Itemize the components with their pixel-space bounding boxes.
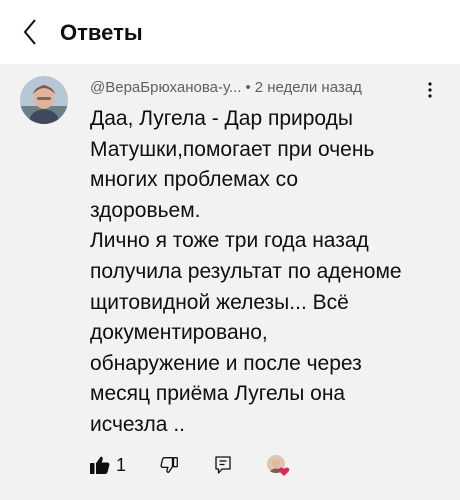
comment-text: Даа, Лугела - Дар природы Матушки,помога…: [90, 107, 402, 436]
thumb-up-filled-icon: [90, 456, 110, 474]
more-options-button[interactable]: [420, 78, 440, 102]
comment-card: @ВераБрюханова-у... • 2 недели назад Даа, …: [0, 64, 460, 500]
chevron-left-icon: [23, 19, 36, 45]
comment-timestamp: 2 недели назад: [254, 79, 362, 96]
page-title: Ответы: [60, 20, 143, 45]
like-button[interactable]: 1: [88, 450, 130, 480]
like-count: 1: [116, 454, 127, 475]
thumb-down-outline-icon: [160, 457, 178, 473]
top-bar: Ответы: [0, 0, 460, 65]
comment-actions: 1: [88, 450, 292, 480]
comment-meta: @ВераБрюханова-у... • 2 недели назад: [90, 78, 420, 98]
more-vertical-icon: [428, 82, 432, 98]
comment-author[interactable]: @ВераБрюханова-у...: [90, 78, 241, 98]
back-button[interactable]: [12, 14, 48, 50]
creator-heart-icon: [267, 455, 290, 476]
reply-comment-icon: [215, 456, 231, 474]
reply-button[interactable]: [208, 450, 238, 480]
dislike-button[interactable]: [154, 450, 184, 480]
avatar[interactable]: [20, 76, 68, 124]
creator-heart: [264, 450, 292, 480]
meta-separator: •: [245, 79, 251, 96]
